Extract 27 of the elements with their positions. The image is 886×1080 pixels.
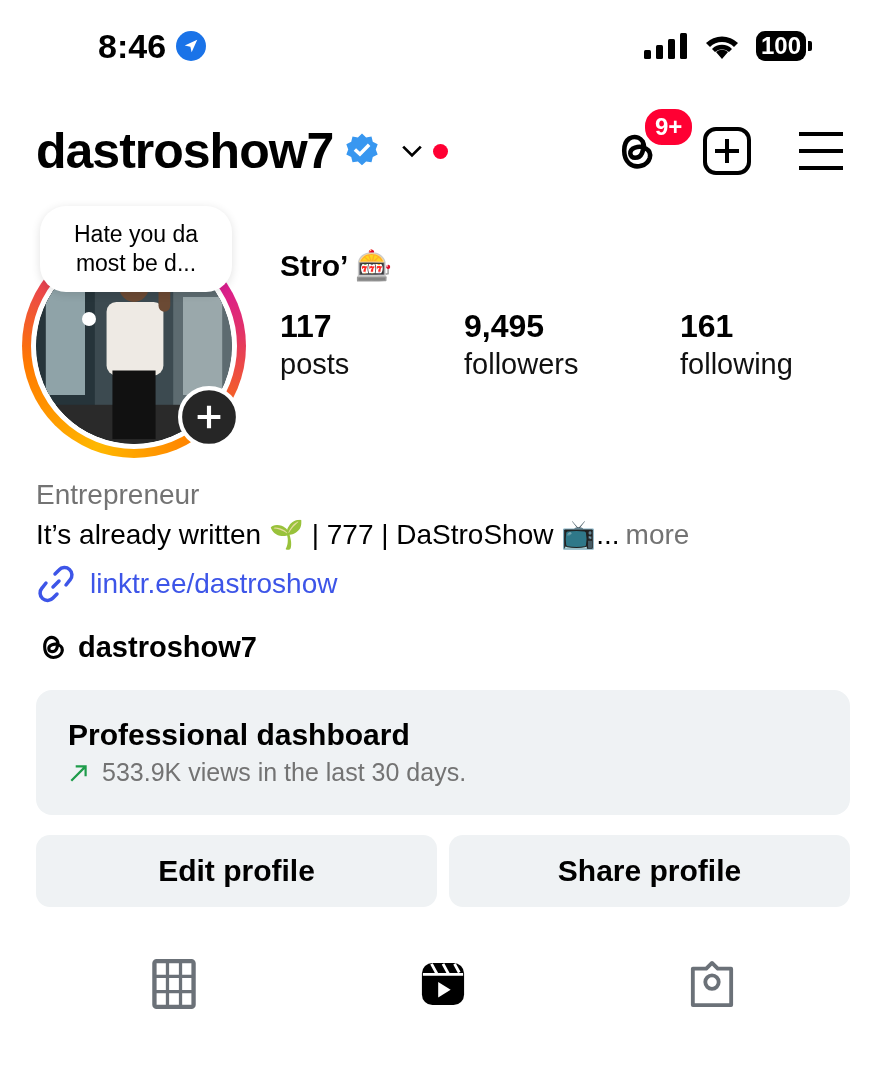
category-label: Entrepreneur: [36, 478, 201, 512]
stat-label[interactable]: followers: [464, 345, 680, 383]
battery-level: 100: [755, 31, 806, 61]
threads-handle[interactable]: dastroshow7: [78, 630, 257, 664]
stat-count[interactable]: 117: [280, 307, 464, 345]
chevron-down-icon[interactable]: [401, 144, 424, 158]
stat-label[interactable]: following: [680, 345, 864, 383]
stat-count[interactable]: 161: [680, 307, 864, 345]
profile-button[interactable]: Edit profile: [36, 835, 437, 907]
link-icon: [36, 564, 76, 604]
bio-text: It’s already written 🌱 | 777 | DaStroShow 📺...: [36, 518, 620, 552]
username[interactable]: dastroshow7: [36, 122, 334, 180]
grid-tab-icon[interactable]: [151, 959, 198, 1009]
website-link[interactable]: linktr.ee/dastroshow: [90, 568, 338, 600]
professional-dashboard-card[interactable]: Professional dashboard 533.9K views in the last 30 days.: [36, 690, 850, 815]
tagged-tab-icon[interactable]: [688, 959, 735, 1009]
profile-button[interactable]: Share profile: [449, 835, 850, 907]
stat-count[interactable]: 9,495: [464, 307, 680, 345]
create-icon[interactable]: [702, 126, 752, 176]
dashboard-subtitle: 533.9K views in the last 30 days.: [102, 758, 467, 787]
dashboard-title: Professional dashboard: [68, 718, 411, 752]
more-link[interactable]: more: [625, 514, 690, 556]
signal-icon: [643, 33, 688, 59]
note-tooltip[interactable]: Hate you da most be d...: [40, 206, 232, 292]
stat-label[interactable]: posts: [280, 345, 464, 383]
display-name: Stro’ 🎰: [280, 248, 393, 283]
clock-time: 8:46: [98, 26, 167, 66]
